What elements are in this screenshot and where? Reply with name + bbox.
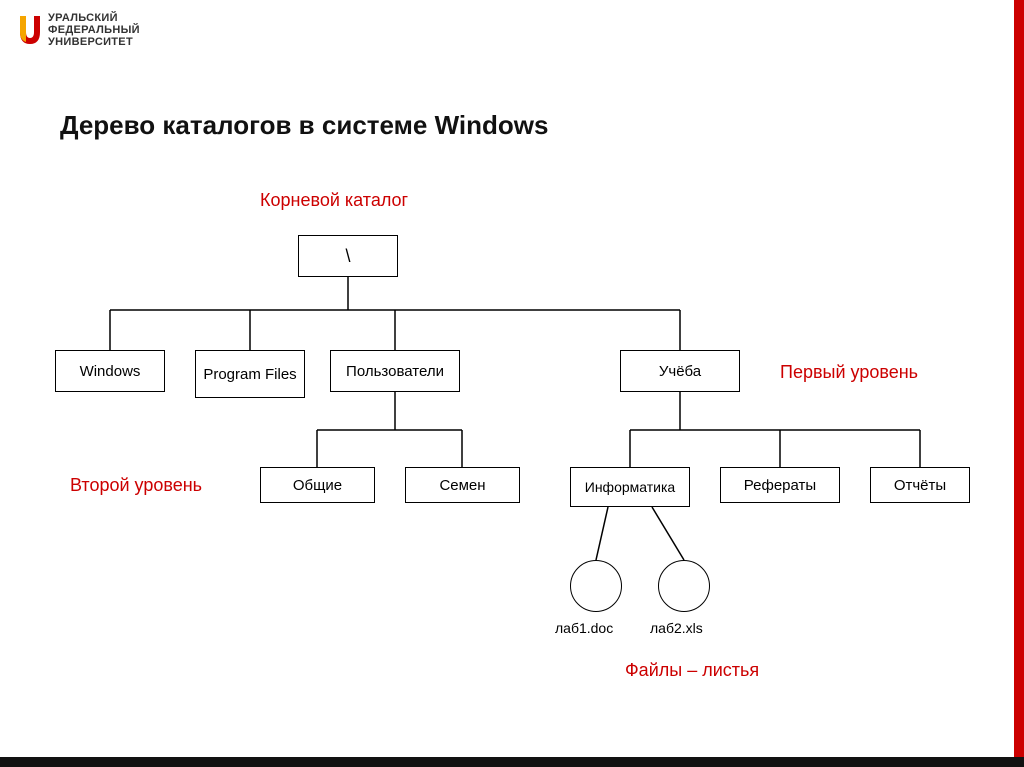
file-label-1: лаб1.doc bbox=[555, 620, 613, 636]
file-label-2: лаб2.xls bbox=[650, 620, 703, 636]
label-first-level: Первый уровень bbox=[780, 362, 918, 383]
label-second-level: Второй уровень bbox=[70, 475, 202, 496]
node-root: \ bbox=[298, 235, 398, 277]
node-study: Учёба bbox=[620, 350, 740, 392]
label-root-directory: Корневой каталог bbox=[260, 190, 408, 211]
logo-line3: университет bbox=[48, 36, 140, 48]
logo-line1: Уральский bbox=[48, 12, 140, 24]
node-common: Общие bbox=[260, 467, 375, 503]
file-node-2 bbox=[658, 560, 710, 612]
accent-stripe-bottom bbox=[0, 757, 1024, 767]
logo-line2: федеральный bbox=[48, 24, 140, 36]
node-semen: Семен bbox=[405, 467, 520, 503]
slide-title: Дерево каталогов в системе Windows bbox=[60, 110, 548, 141]
file-node-1 bbox=[570, 560, 622, 612]
logo-u-icon bbox=[18, 14, 42, 46]
node-reports: Отчёты bbox=[870, 467, 970, 503]
node-windows: Windows bbox=[55, 350, 165, 392]
node-program-files: Program Files bbox=[195, 350, 305, 398]
university-logo: Уральский федеральный университет bbox=[18, 12, 140, 48]
node-referats: Рефераты bbox=[720, 467, 840, 503]
node-users: Пользователи bbox=[330, 350, 460, 392]
node-informatics: Информатика bbox=[570, 467, 690, 507]
accent-stripe-right bbox=[1014, 0, 1024, 767]
label-files-leaves: Файлы – листья bbox=[625, 660, 759, 681]
